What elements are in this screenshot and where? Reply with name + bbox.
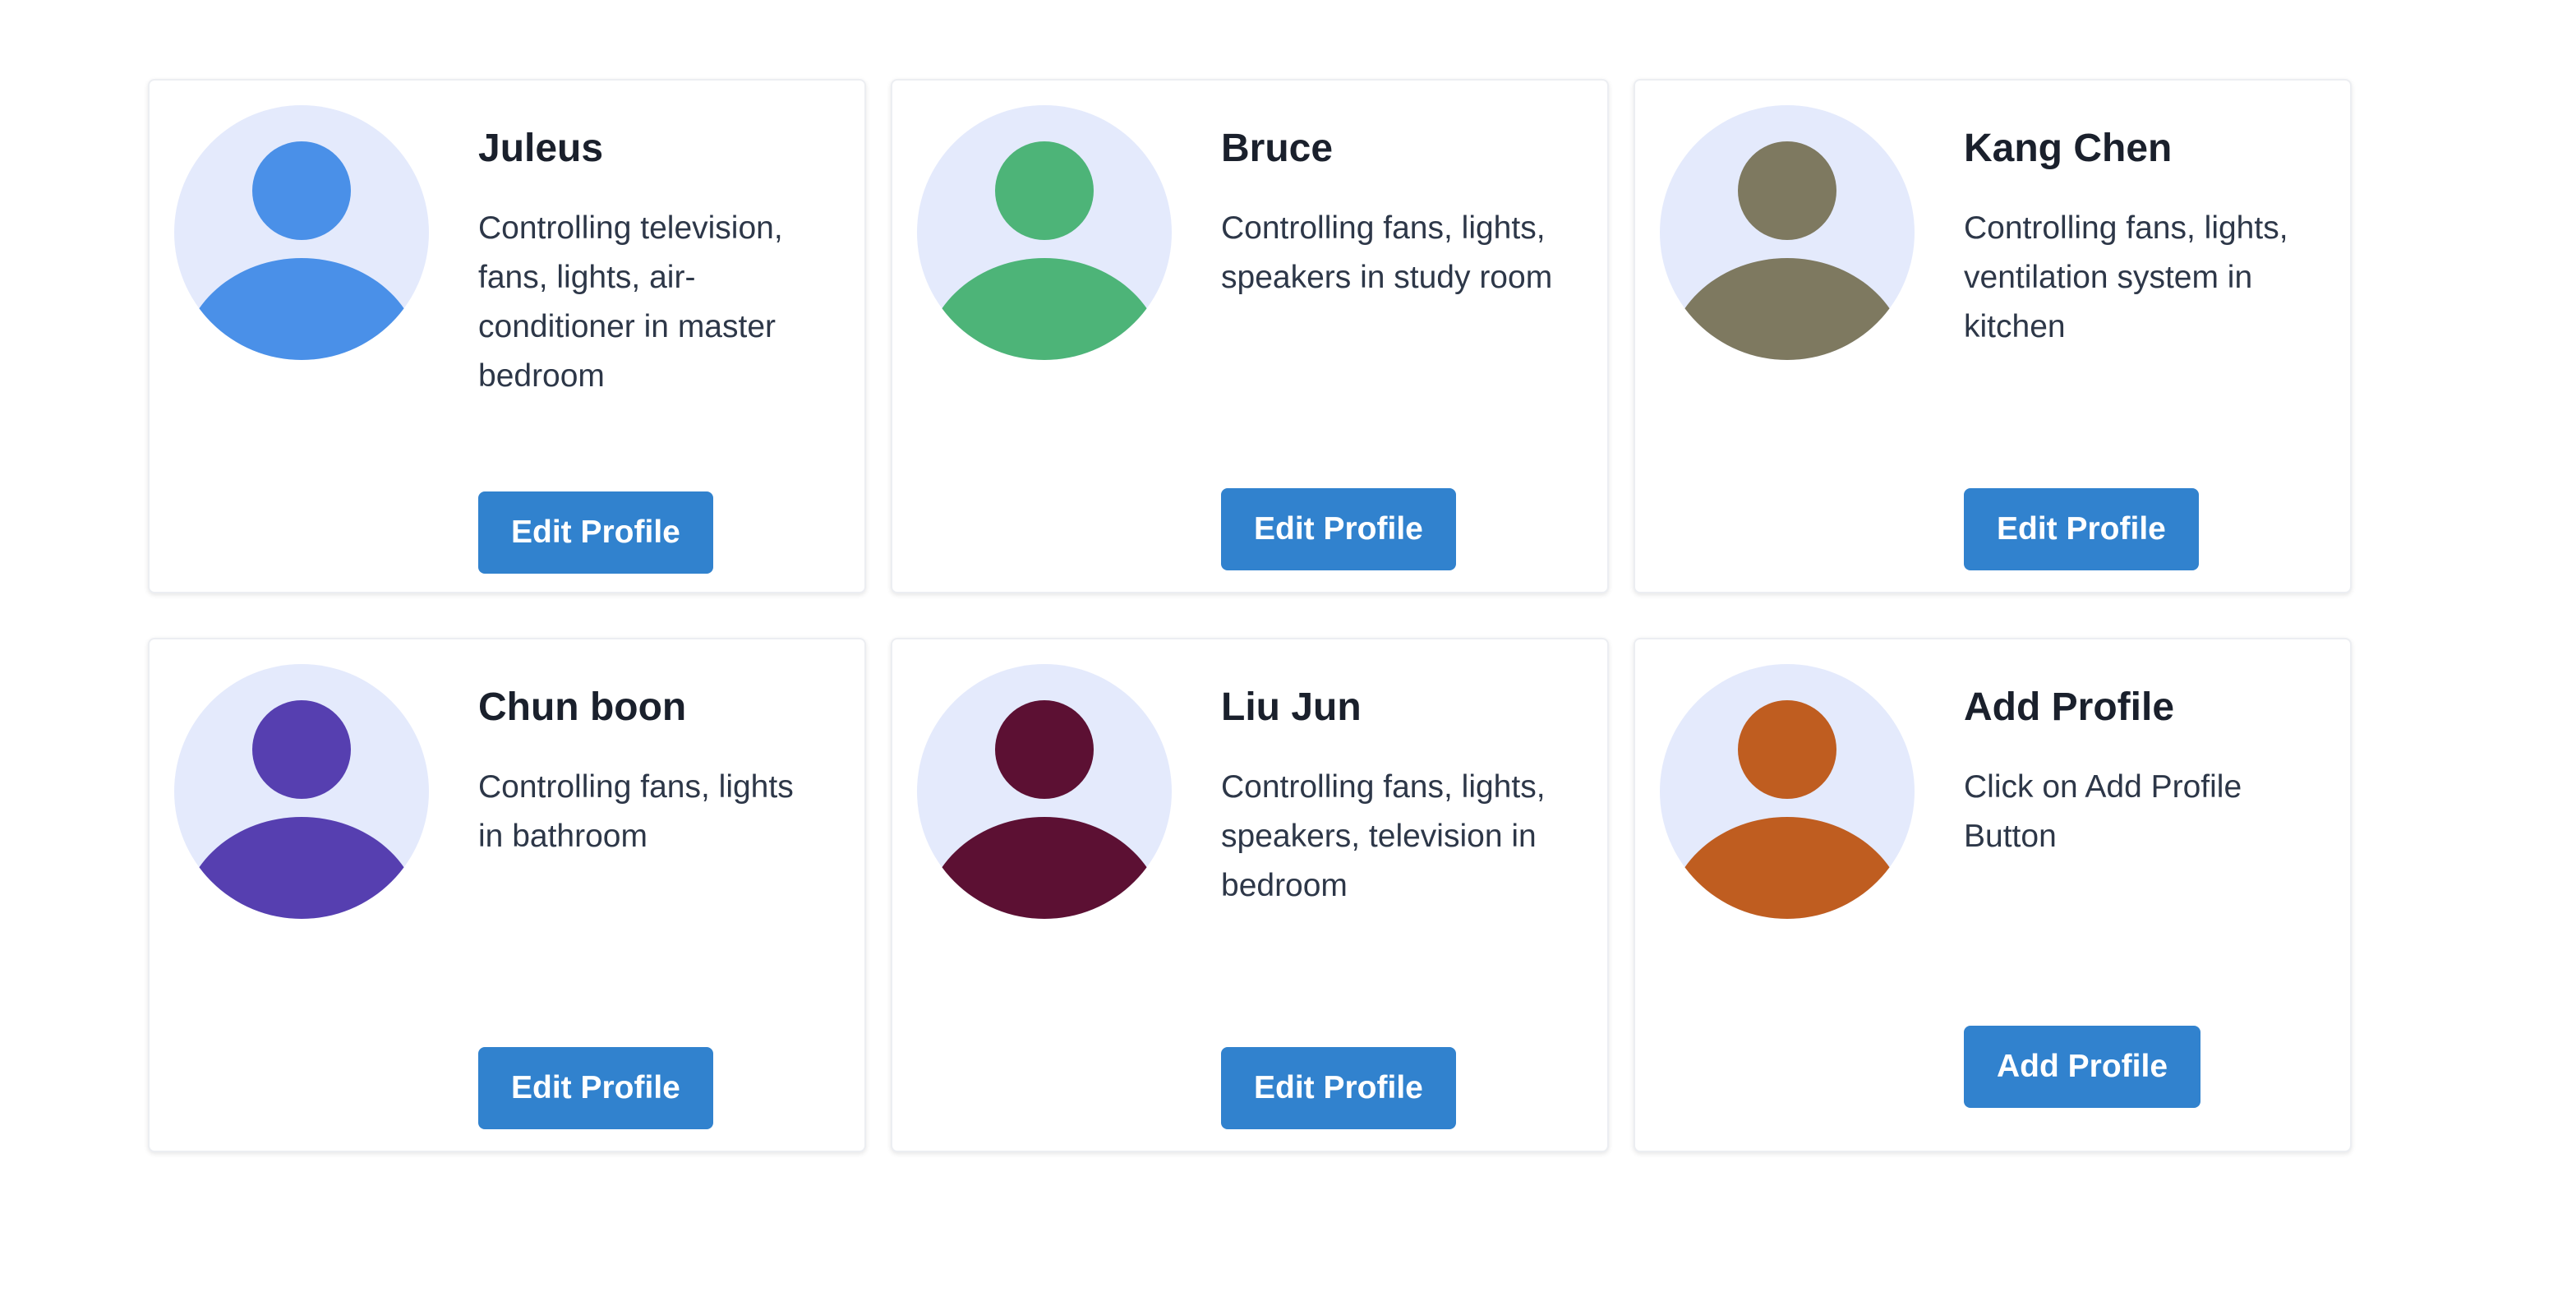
profile-description: Controlling fans, lights, ventilation sy… xyxy=(1964,210,2288,344)
edit-profile-button[interactable]: Edit Profile xyxy=(478,491,713,574)
profile-name: Bruce xyxy=(1221,127,1334,170)
add-profile-card: Add Profile Click on Add Profile Button … xyxy=(1634,638,2352,1152)
user-icon xyxy=(174,664,429,919)
profile-description: Controlling television, fans, lights, ai… xyxy=(478,210,783,394)
user-icon xyxy=(917,105,1172,360)
avatar xyxy=(1660,105,1915,360)
profile-name: Juleus xyxy=(478,127,604,170)
avatar xyxy=(1660,664,1915,919)
add-profile-button[interactable]: Add Profile xyxy=(1964,1026,2201,1108)
profile-card-chun-boon: Chun boon Controlling fans, lights in ba… xyxy=(148,638,866,1152)
profile-card-juleus: Juleus Controlling television, fans, lig… xyxy=(148,79,866,593)
profile-description: Controlling fans, lights in bathroom xyxy=(478,768,794,854)
profile-description: Click on Add Profile Button xyxy=(1964,768,2242,854)
profile-name: Chun boon xyxy=(478,685,687,729)
edit-profile-button[interactable]: Edit Profile xyxy=(1221,1047,1456,1129)
profile-name: Liu Jun xyxy=(1221,685,1362,729)
avatar xyxy=(917,664,1172,919)
profile-card-liu-jun: Liu Jun Controlling fans, lights, speake… xyxy=(891,638,1609,1152)
profile-description: Controlling fans, lights, speakers in st… xyxy=(1221,210,1553,295)
profile-grid: Juleus Controlling television, fans, lig… xyxy=(148,79,2352,1152)
user-icon xyxy=(1660,105,1915,360)
edit-profile-button[interactable]: Edit Profile xyxy=(1964,488,2199,570)
profile-card-kang-chen: Kang Chen Controlling fans, lights, vent… xyxy=(1634,79,2352,593)
avatar xyxy=(174,664,429,919)
user-icon xyxy=(1660,664,1915,919)
avatar xyxy=(174,105,429,360)
edit-profile-button[interactable]: Edit Profile xyxy=(478,1047,713,1129)
edit-profile-button[interactable]: Edit Profile xyxy=(1221,488,1456,570)
avatar xyxy=(917,105,1172,360)
profile-description: Controlling fans, lights, speakers, tele… xyxy=(1221,768,1546,903)
user-icon xyxy=(917,664,1172,919)
profile-card-bruce: Bruce Controlling fans, lights, speakers… xyxy=(891,79,1609,593)
user-icon xyxy=(174,105,429,360)
profile-name: Add Profile xyxy=(1964,685,2175,729)
profile-name: Kang Chen xyxy=(1964,127,2173,170)
